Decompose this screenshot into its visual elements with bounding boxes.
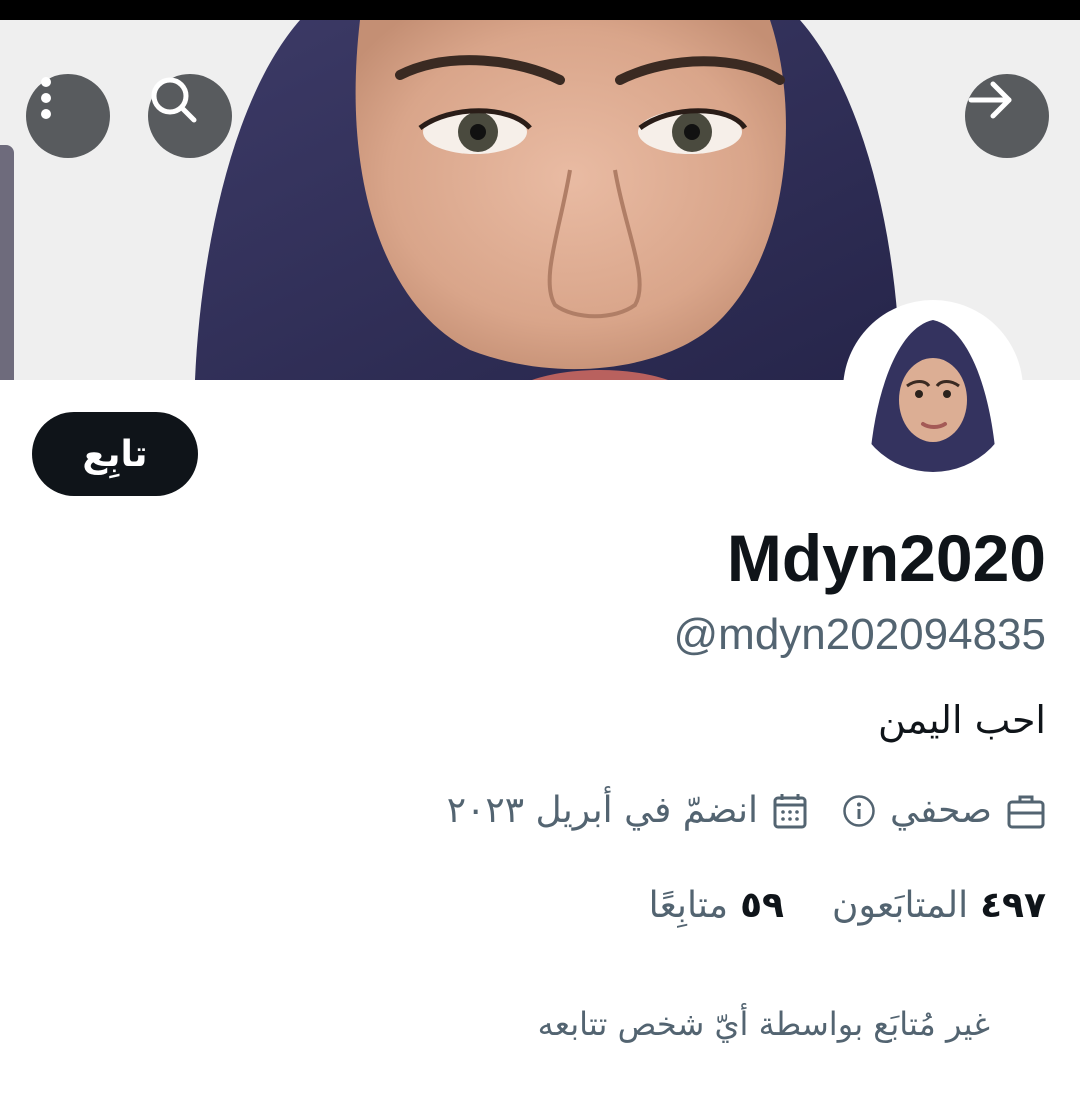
followers-count[interactable]: ٤٩٧ [980,885,1046,926]
avatar-image [851,308,1015,472]
status-bar [0,0,1080,20]
display-name: Mdyn2020 [726,521,1046,595]
search-button[interactable] [148,74,232,158]
join-date: انضمّ في أبريل ٢٠٢٣ [446,790,758,831]
following-label[interactable]: متابِعًا [649,885,728,926]
follow-button[interactable]: تابِع [32,412,198,496]
profile-meta-row: صحفي انضمّ في أبريل ٢٠٢٣ [447,790,1046,831]
back-button[interactable] [965,74,1049,158]
username-handle: @mdyn202094835 [673,610,1047,659]
profile-page: تابِع Mdyn2020 @mdyn202094835 احب اليمن … [0,0,1080,1110]
mutual-followers-note: غير مُتابَع بواسطة أيّ شخص تتابعه [537,1005,990,1043]
info-icon[interactable] [842,794,876,828]
follow-counts: ٤٩٧ المتابَعون ٥٩ متابِعًا [649,885,1046,926]
following-count[interactable]: ٥٩ [740,885,784,926]
avatar[interactable] [843,300,1023,480]
calendar-icon [772,792,808,830]
bio-text: احب اليمن [878,698,1046,742]
briefcase-icon [1006,792,1046,830]
followers-label[interactable]: المتابَعون [832,885,968,926]
profession-label: صحفي [889,790,992,831]
more-options-button[interactable] [26,74,110,158]
side-panel-edge [0,145,14,380]
follow-button-label: تابِع [82,433,148,475]
